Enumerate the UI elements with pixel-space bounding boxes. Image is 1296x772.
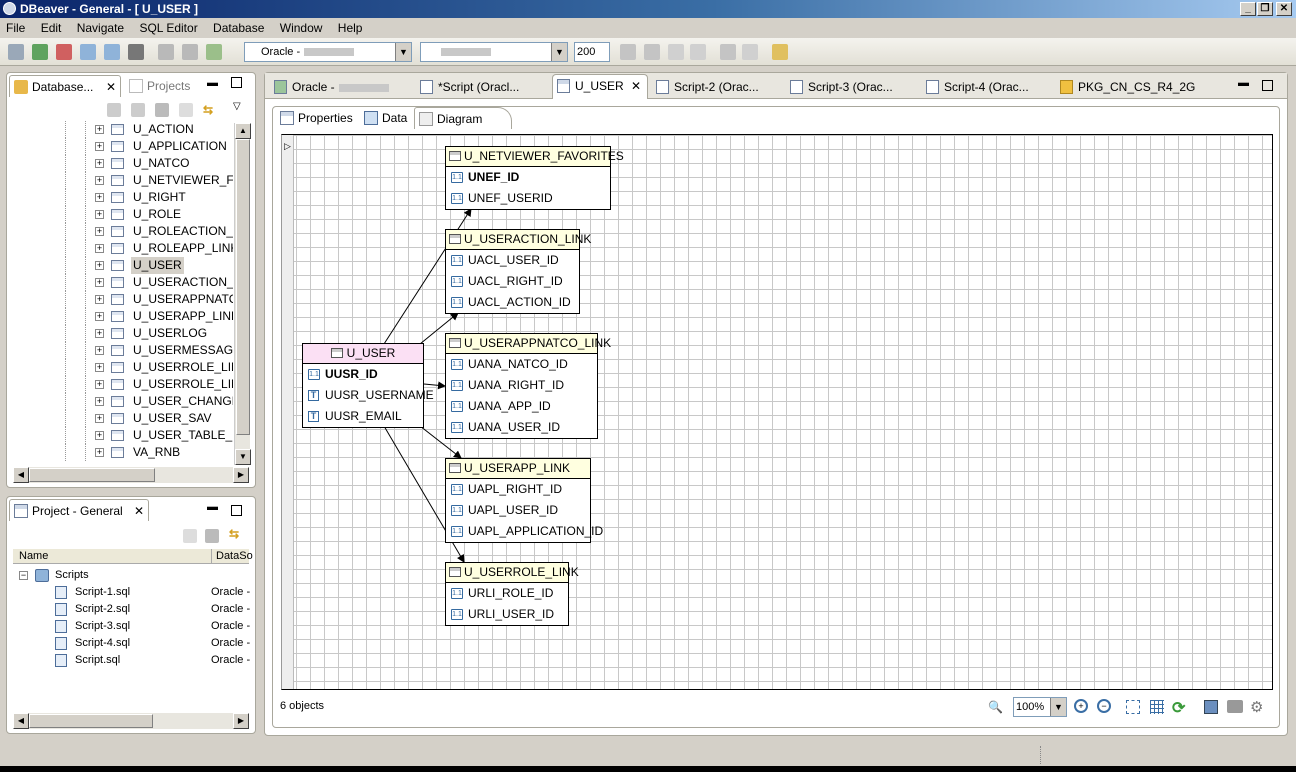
zoom-in-icon[interactable]: + [1074, 699, 1088, 713]
entity-header: U_NETVIEWER_FAVORITES [446, 147, 624, 167]
column-row[interactable]: 1.1 UACL_USER_ID [446, 250, 579, 271]
key-icon: 1.1 [451, 380, 463, 391]
entity-u-useraction-link[interactable]: U_USERACTION_LINK 1.1 UACL_USER_ID 1.1 UACL_… [445, 229, 591, 314]
text-type-icon: T [308, 411, 319, 422]
column-row[interactable]: 1.1 URLI_ROLE_ID [446, 583, 568, 604]
column-row[interactable]: 1.1 URLI_USER_ID [446, 604, 568, 625]
entity-header: U_USERACTION_LINK [446, 230, 591, 250]
entity-u-userappnatco-link[interactable]: U_USERAPPNATCO_LINK 1.1 UANA_NATCO_ID 1.1 UA… [445, 333, 611, 439]
taskbar-edge [0, 766, 1296, 772]
layout-icon[interactable] [1126, 700, 1140, 714]
column-row[interactable]: 1.1 UANA_NATCO_ID [446, 354, 597, 375]
table-icon [449, 234, 461, 244]
relationship-lines [383, 208, 472, 563]
key-icon: 1.1 [451, 255, 463, 266]
column-row[interactable]: 1.1 UANA_RIGHT_ID [446, 375, 597, 396]
column-row[interactable]: 1.1 UANA_USER_ID [446, 417, 597, 438]
column-row[interactable]: T UUSR_EMAIL [303, 406, 423, 427]
key-icon: 1.1 [451, 172, 463, 183]
entity-u-userapp-link[interactable]: U_USERAPP_LINK 1.1 UAPL_RIGHT_ID 1.1 UAPL_US… [445, 458, 603, 543]
column-row[interactable]: T UUSR_USERNAME [303, 385, 434, 406]
column-row[interactable]: 1.1 UAPL_RIGHT_ID [446, 479, 590, 500]
key-icon: 1.1 [451, 588, 463, 599]
grid-icon[interactable] [1150, 700, 1164, 714]
settings-gear-icon[interactable]: ⚙ [1250, 698, 1263, 716]
key-icon: 1.1 [451, 297, 463, 308]
key-icon: 1.1 [451, 359, 463, 370]
key-icon: 1.1 [451, 193, 463, 204]
key-icon: 1.1 [308, 369, 320, 380]
entity-header: U_USER [303, 344, 423, 364]
entity-header: U_USERROLE_LINK [446, 563, 579, 583]
key-icon: 1.1 [451, 609, 463, 620]
entity-header: U_USERAPPNATCO_LINK [446, 334, 611, 354]
column-row[interactable]: 1.1 UUSR_ID [303, 364, 423, 385]
zoom-icon[interactable]: 🔍 [988, 700, 1003, 714]
entity-u-user[interactable]: U_USER 1.1 UUSR_ID T UUSR_USERNAME T UUSR_E… [302, 343, 434, 428]
entity-u-userrole-link[interactable]: U_USERROLE_LINK 1.1 URLI_ROLE_ID 1.1 URLI_US… [445, 562, 579, 626]
zoom-out-icon[interactable]: − [1097, 699, 1111, 713]
key-icon: 1.1 [451, 484, 463, 495]
column-row[interactable]: 1.1 UAPL_USER_ID [446, 500, 590, 521]
table-icon [449, 151, 461, 161]
column-row[interactable]: 1.1 UNEF_USERID [446, 188, 610, 209]
table-icon [449, 338, 461, 348]
text-type-icon: T [308, 390, 319, 401]
key-icon: 1.1 [451, 422, 463, 433]
key-icon: 1.1 [451, 526, 463, 537]
column-row[interactable]: 1.1 UAPL_APPLICATION_ID [446, 521, 603, 542]
key-icon: 1.1 [451, 276, 463, 287]
key-icon: 1.1 [451, 505, 463, 516]
column-row[interactable]: 1.1 UANA_APP_ID [446, 396, 597, 417]
table-icon [449, 567, 461, 577]
table-icon [330, 348, 343, 358]
object-count: 6 objects [280, 700, 325, 712]
print-icon[interactable] [1227, 700, 1243, 713]
save-image-icon[interactable] [1204, 700, 1218, 714]
entity-u-netviewer-favorites[interactable]: U_NETVIEWER_FAVORITES 1.1 UNEF_ID 1.1 UNEF_U… [445, 146, 624, 210]
column-row[interactable]: 1.1 UACL_ACTION_ID [446, 292, 579, 313]
entity-header: U_USERAPP_LINK [446, 459, 590, 479]
column-row[interactable]: 1.1 UACL_RIGHT_ID [446, 271, 579, 292]
table-icon [449, 463, 461, 473]
status-separator [1040, 746, 1042, 764]
zoom-selector[interactable]: 100% ▼ [1013, 697, 1067, 717]
refresh-diagram-icon[interactable]: ⟳ [1172, 698, 1185, 718]
column-row[interactable]: 1.1 UNEF_ID [446, 167, 610, 188]
key-icon: 1.1 [451, 401, 463, 412]
